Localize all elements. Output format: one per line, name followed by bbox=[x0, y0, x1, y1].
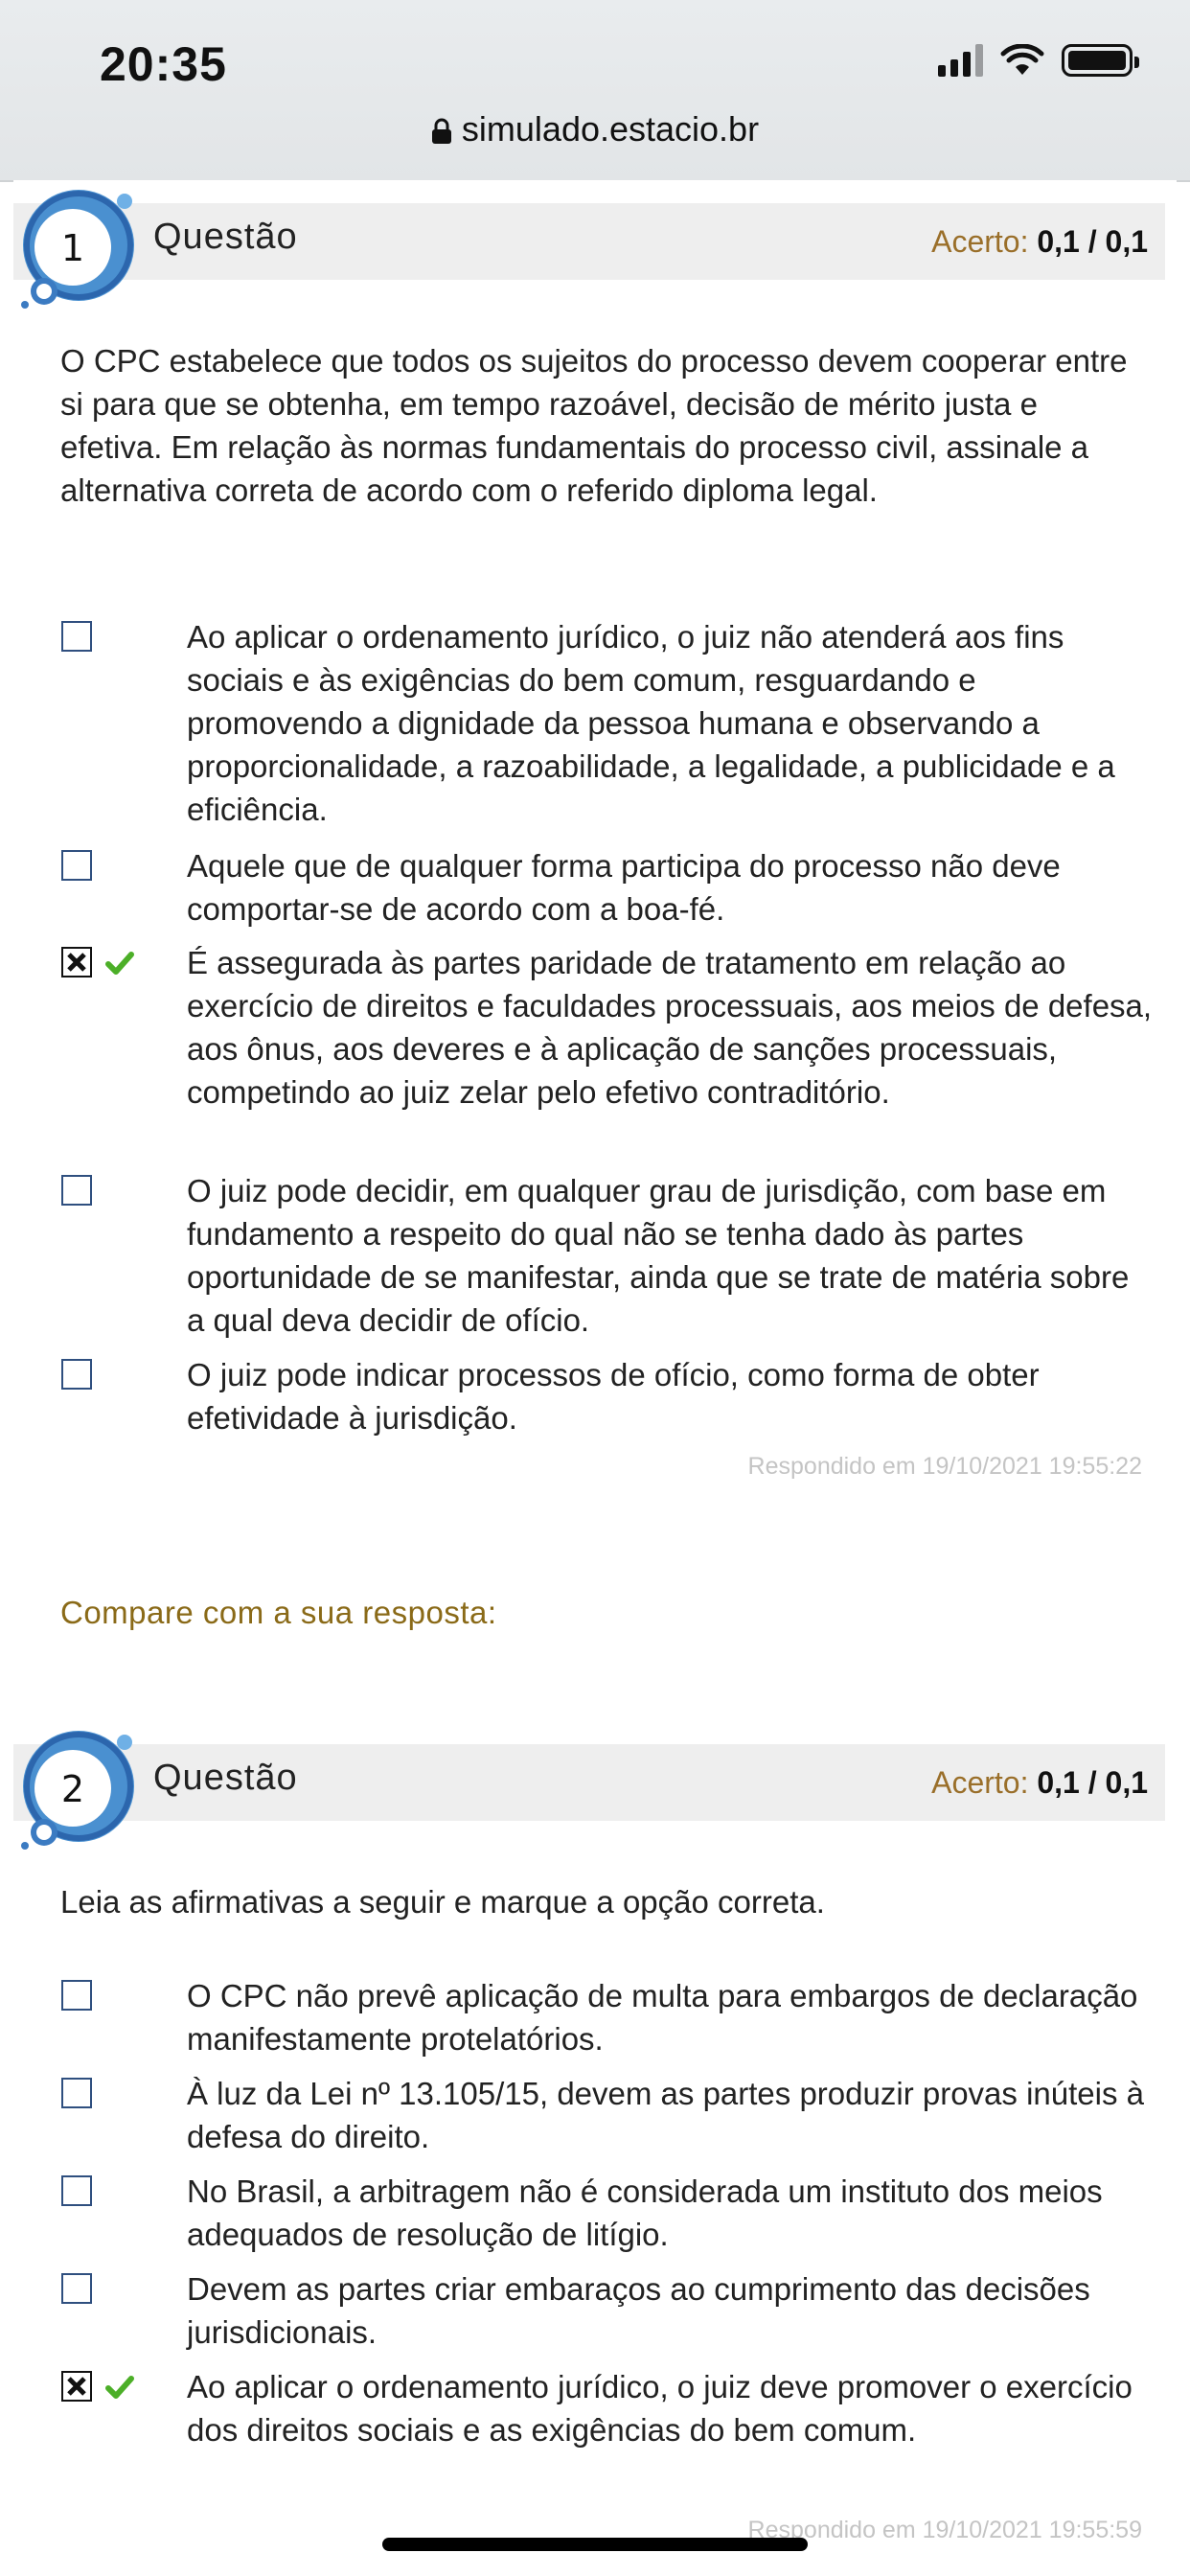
wifi-icon bbox=[1000, 44, 1044, 75]
question-header: Questão Acerto: 0,1 / 0,1 bbox=[13, 1744, 1165, 1821]
option-checkbox[interactable] bbox=[61, 850, 92, 881]
question-number: 1 bbox=[61, 227, 84, 269]
option-text: No Brasil, a arbitragem não é considerad… bbox=[187, 2174, 1103, 2252]
option-text: Devem as partes criar embaraços ao cumpr… bbox=[187, 2271, 1090, 2350]
option-text: Ao aplicar o ordenamento jurídico, o jui… bbox=[187, 619, 1115, 827]
browser-top-bar: 20:35 simulado.estacio.br bbox=[0, 0, 1190, 182]
option-checkbox-checked[interactable] bbox=[61, 947, 92, 978]
option-text: Aquele que de qualquer forma participa d… bbox=[187, 848, 1061, 927]
option-checkbox[interactable] bbox=[61, 621, 92, 652]
option-text: É assegurada às partes paridade de trata… bbox=[187, 945, 1153, 1110]
question-title: Questão bbox=[153, 217, 298, 257]
question-header: Questão Acerto: 0,1 / 0,1 bbox=[13, 203, 1165, 280]
score-value: 0,1 bbox=[1037, 224, 1080, 259]
x-mark-icon bbox=[67, 953, 86, 972]
question-score: Acerto: 0,1 / 0,1 bbox=[931, 224, 1148, 260]
answered-timestamp: Respondido em 19/10/2021 19:55:59 bbox=[747, 2517, 1142, 2543]
score-label: Acerto: bbox=[931, 224, 1029, 259]
score-total: / 0,1 bbox=[1087, 224, 1148, 259]
score-value: 0,1 bbox=[1037, 1765, 1080, 1800]
correct-check-icon bbox=[105, 952, 134, 975]
score-total: / 0,1 bbox=[1087, 1765, 1148, 1800]
answered-timestamp: Respondido em 19/10/2021 19:55:22 bbox=[747, 1453, 1142, 1480]
page-content: Questão Acerto: 0,1 / 0,1 1 O CPC estabe… bbox=[13, 180, 1177, 2576]
option-checkbox[interactable] bbox=[61, 1359, 92, 1390]
lock-icon bbox=[431, 119, 451, 145]
question-score: Acerto: 0,1 / 0,1 bbox=[931, 1765, 1148, 1801]
option-text: O juiz pode decidir, em qualquer grau de… bbox=[187, 1173, 1130, 1338]
x-mark-icon bbox=[67, 2377, 86, 2396]
option-checkbox[interactable] bbox=[61, 2175, 92, 2206]
url-bar[interactable]: simulado.estacio.br bbox=[0, 109, 1190, 150]
compare-answer-link[interactable]: Compare com a sua resposta: bbox=[60, 1595, 497, 1631]
question-number-badge: 1 bbox=[21, 190, 134, 309]
question-number-badge: 2 bbox=[21, 1731, 134, 1850]
status-time: 20:35 bbox=[100, 37, 227, 91]
question-stem: O CPC estabelece que todos os sujeitos d… bbox=[60, 343, 1128, 508]
question-stem: Leia as afirmativas a seguir e marque a … bbox=[60, 1884, 825, 1920]
option-text: À luz da Lei nº 13.105/15, devem as part… bbox=[187, 2076, 1144, 2154]
battery-icon bbox=[1062, 44, 1139, 77]
option-checkbox[interactable] bbox=[61, 2273, 92, 2304]
option-text: O CPC não prevê aplicação de multa para … bbox=[187, 1978, 1138, 2057]
home-indicator[interactable] bbox=[382, 2538, 808, 2551]
correct-check-icon bbox=[105, 2376, 134, 2399]
status-icons bbox=[938, 44, 1139, 77]
option-checkbox[interactable] bbox=[61, 2078, 92, 2108]
cellular-signal-icon bbox=[938, 44, 983, 77]
option-checkbox[interactable] bbox=[61, 1175, 92, 1206]
option-text: O juiz pode indicar processos de ofício,… bbox=[187, 1357, 1040, 1436]
question-number: 2 bbox=[61, 1768, 84, 1810]
option-checkbox[interactable] bbox=[61, 1980, 92, 2011]
option-checkbox-checked[interactable] bbox=[61, 2371, 92, 2402]
option-text: Ao aplicar o ordenamento jurídico, o jui… bbox=[187, 2369, 1133, 2448]
question-title: Questão bbox=[153, 1758, 298, 1798]
url-text: simulado.estacio.br bbox=[461, 109, 760, 149]
score-label: Acerto: bbox=[931, 1765, 1029, 1800]
